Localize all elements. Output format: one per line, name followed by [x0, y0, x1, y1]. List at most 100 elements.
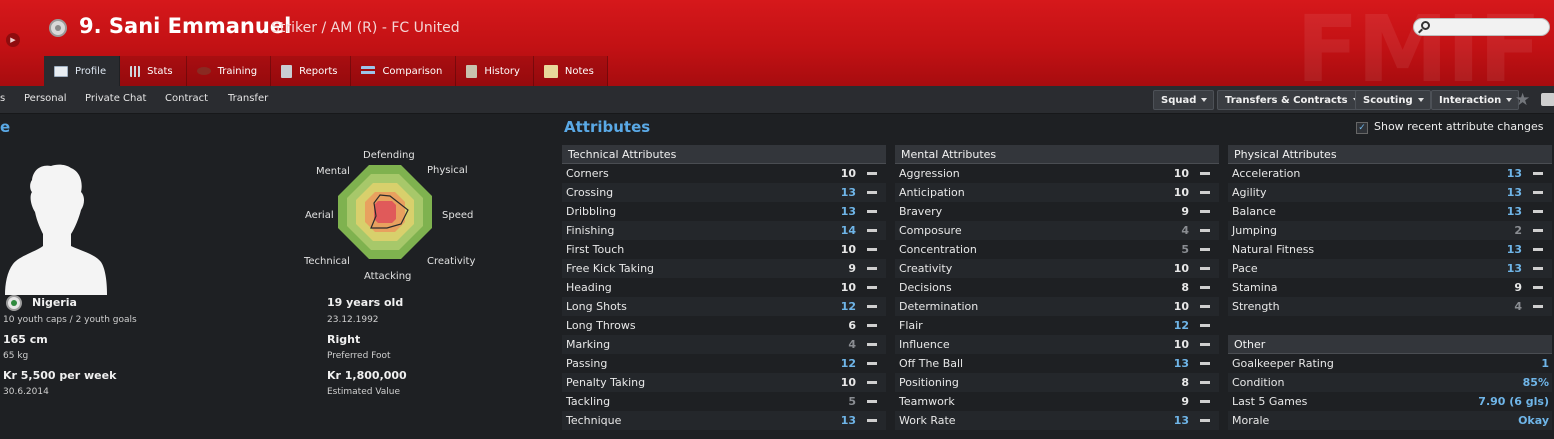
attribute-row: Work Rate 13	[895, 411, 1219, 430]
attribute-value: 4	[1181, 224, 1189, 237]
radar-label-aerial: Aerial	[305, 210, 334, 221]
radar-label-technical: Technical	[304, 256, 350, 267]
attribute-change-icon	[1200, 419, 1210, 422]
attribute-name: Tackling	[566, 395, 611, 408]
radar-label-attacking: Attacking	[364, 271, 412, 282]
attribute-value: 2	[1514, 224, 1522, 237]
dropdown-label: Interaction	[1439, 95, 1502, 106]
tab-profile[interactable]: Profile	[44, 56, 121, 86]
subnav-item-contract[interactable]: Contract	[165, 93, 208, 104]
attribute-value: 13	[840, 205, 856, 218]
attribute-change-icon	[1200, 362, 1210, 365]
attribute-row: Jumping 2	[1228, 221, 1552, 240]
attribute-name: Condition	[1232, 376, 1285, 389]
attribute-change-icon	[1200, 286, 1210, 289]
attribute-value: 10	[1173, 262, 1189, 275]
preferred-foot: Right	[327, 333, 361, 346]
chevron-down-icon	[1201, 98, 1208, 102]
tab-comparison[interactable]: Comparison	[351, 56, 457, 86]
squad-dropdown[interactable]: Squad	[1153, 90, 1215, 110]
attribute-change-icon	[867, 381, 877, 384]
attribute-row: Anticipation 10	[895, 183, 1219, 202]
section-title: e	[0, 118, 11, 136]
attribute-row: Concentration 5	[895, 240, 1219, 259]
attribute-name: Crossing	[566, 186, 614, 199]
attribute-value: 13	[840, 414, 856, 427]
attribute-value: 85%	[1522, 376, 1549, 389]
expand-arrow-icon[interactable]: ▶	[6, 33, 20, 47]
tab-training[interactable]: Training	[186, 56, 272, 86]
attribute-change-icon	[1533, 191, 1543, 194]
transfers-contracts-dropdown[interactable]: Transfers & Contracts	[1217, 90, 1366, 110]
attribute-row: Condition 85%	[1228, 373, 1552, 392]
interaction-dropdown[interactable]: Interaction	[1431, 90, 1520, 110]
panel-title: Technical Attributes	[562, 145, 886, 164]
search-input[interactable]	[1413, 18, 1550, 36]
attribute-name: Long Throws	[566, 319, 636, 332]
attribute-name: Work Rate	[899, 414, 956, 427]
attribute-row: Finishing 14	[562, 221, 886, 240]
mental-attributes-panel: Mental Attributes Aggression 10 Anticipati…	[895, 145, 1219, 430]
attribute-row: Technique 13	[562, 411, 886, 430]
tab-notes[interactable]: Notes	[533, 56, 608, 86]
attribute-value: 13	[1173, 357, 1189, 370]
attribute-name: Pace	[1232, 262, 1258, 275]
notes-icon[interactable]	[1541, 93, 1554, 106]
scouting-dropdown[interactable]: Scouting	[1355, 90, 1431, 110]
contract-end: 30.6.2014	[3, 387, 49, 397]
subnav-item-overview[interactable]: s	[0, 93, 5, 104]
attribute-change-icon	[1200, 400, 1210, 403]
subnav-item-private-chat[interactable]: Private Chat	[85, 93, 146, 104]
radar-label-mental: Mental	[316, 166, 350, 177]
attribute-name: Goalkeeper Rating	[1232, 357, 1334, 370]
physical-attributes-panel: Physical Attributes Acceleration 13 Agilit…	[1228, 145, 1552, 316]
attribute-change-icon	[867, 324, 877, 327]
profile-icon	[54, 65, 68, 77]
tab-history[interactable]: History	[456, 56, 534, 86]
panel-title: Mental Attributes	[895, 145, 1219, 164]
recent-changes-checkbox[interactable]: ✓	[1356, 122, 1368, 134]
estimated-value: Kr 1,800,000	[327, 369, 407, 382]
tab-reports[interactable]: Reports	[271, 56, 352, 86]
attribute-change-icon	[867, 229, 877, 232]
attribute-value: 9	[1181, 205, 1189, 218]
attribute-change-icon	[1200, 324, 1210, 327]
tab-label: Comparison	[382, 65, 443, 77]
attribute-value: 13	[1506, 167, 1522, 180]
attribute-value: 8	[1181, 376, 1189, 389]
attribute-name: Flair	[899, 319, 923, 332]
dropdown-label: Scouting	[1363, 95, 1413, 106]
attribute-name: Creativity	[899, 262, 953, 275]
tab-stats[interactable]: Stats	[120, 56, 187, 86]
attribute-name: Positioning	[899, 376, 959, 389]
attribute-row: Long Shots 12	[562, 297, 886, 316]
attribute-change-icon	[1533, 172, 1543, 175]
attribute-value: 10	[1173, 338, 1189, 351]
header-bar: FMIF ▶ 9. Sani Emmanuel Striker / AM (R)…	[0, 0, 1554, 86]
comparison-icon	[361, 65, 376, 77]
subnav-item-transfer[interactable]: Transfer	[228, 93, 268, 104]
weight: 65 kg	[3, 351, 29, 361]
dropdown-label: Transfers & Contracts	[1225, 95, 1348, 106]
attribute-name: Concentration	[899, 243, 977, 256]
nationality[interactable]: Nigeria	[32, 296, 77, 309]
recent-changes-label[interactable]: Show recent attribute changes	[1374, 120, 1544, 133]
tab-label: Training	[217, 65, 258, 77]
tab-label: History	[484, 65, 520, 77]
attribute-value: 10	[1173, 186, 1189, 199]
attribute-name: Stamina	[1232, 281, 1278, 294]
attribute-name: Technique	[566, 414, 622, 427]
notes-icon	[543, 64, 558, 78]
subnav-item-personal[interactable]: Personal	[24, 93, 67, 104]
radar-polygon	[338, 165, 432, 259]
attribute-change-icon	[867, 248, 877, 251]
star-icon[interactable]: ★	[1515, 90, 1530, 110]
attribute-change-icon	[1533, 305, 1543, 308]
attribute-change-icon	[867, 343, 877, 346]
attribute-row: Strength 4	[1228, 297, 1552, 316]
attribute-value: 10	[840, 167, 856, 180]
chevron-down-icon	[1506, 98, 1513, 102]
estimated-value-label: Estimated Value	[327, 387, 401, 397]
attribute-row: Bravery 9	[895, 202, 1219, 221]
attribute-row: Long Throws 6	[562, 316, 886, 335]
